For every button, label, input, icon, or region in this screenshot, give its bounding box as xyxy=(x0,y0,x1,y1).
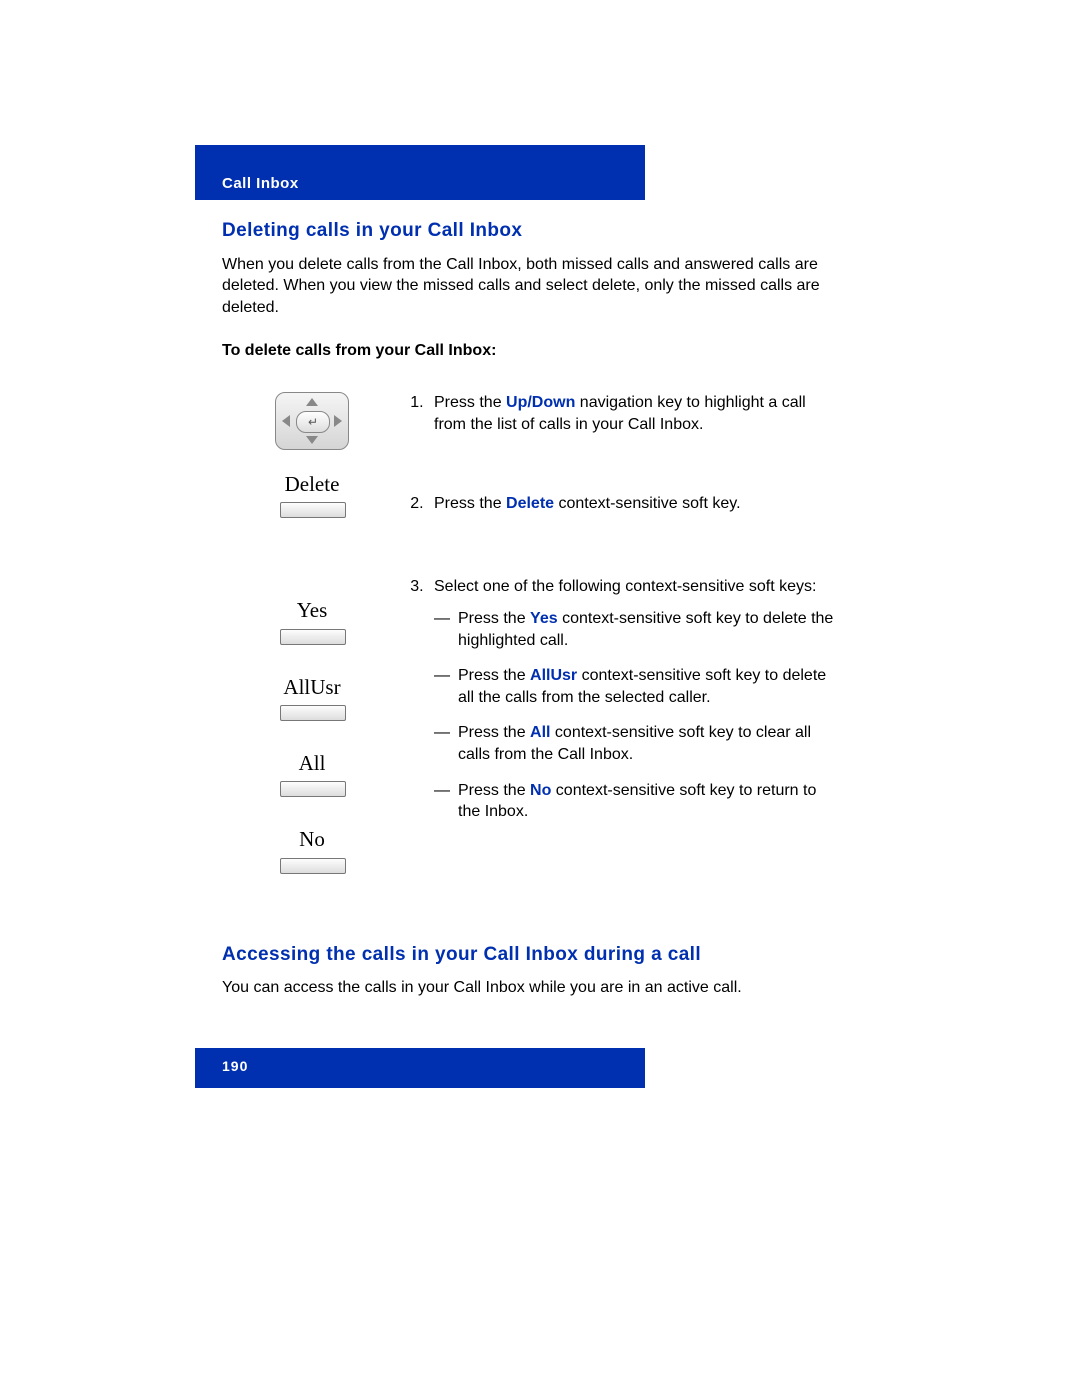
delete-key-label: Delete xyxy=(506,495,554,512)
section2: Accessing the calls in your Call Inbox d… xyxy=(222,942,842,999)
section2-body: You can access the calls in your Call In… xyxy=(222,977,842,999)
step1-text: Press the Up/Down navigation key to high… xyxy=(428,392,842,435)
step3-all: Press the All context-sensitive soft key… xyxy=(458,722,842,765)
nav-pad-icon: ↵ xyxy=(275,392,349,450)
step1-row: ↵ Delete Press the Up/Down navigation ke… xyxy=(222,392,842,546)
step3-text: Select one of the following context-sens… xyxy=(428,576,842,822)
step3-allusr: Press the AllUsr context-sensitive soft … xyxy=(458,665,842,708)
allusr-softkey: AllUsr xyxy=(280,673,344,721)
header-bar: Call Inbox xyxy=(195,145,645,200)
section1-intro: When you delete calls from the Call Inbo… xyxy=(222,254,842,319)
section2-title: Accessing the calls in your Call Inbox d… xyxy=(222,942,842,968)
section1-subhead: To delete calls from your Call Inbox: xyxy=(222,340,842,362)
yes-softkey: Yes xyxy=(280,596,344,644)
no-softkey: No xyxy=(280,825,344,873)
content-area: Deleting calls in your Call Inbox When y… xyxy=(222,218,842,1011)
nav-pad-center-icon: ↵ xyxy=(296,411,330,433)
page-number: 190 xyxy=(222,1058,248,1074)
step3-no: Press the No context-sensitive soft key … xyxy=(458,780,842,823)
step2-text: Press the Delete context-sensitive soft … xyxy=(428,493,842,515)
updown-key-label: Up/Down xyxy=(506,394,575,411)
footer-bar: 190 xyxy=(195,1048,645,1088)
step3-yes: Press the Yes context-sensitive soft key… xyxy=(458,608,842,651)
section1-title: Deleting calls in your Call Inbox xyxy=(222,218,842,244)
all-softkey: All xyxy=(280,749,344,797)
delete-softkey-label: Delete xyxy=(280,470,344,498)
delete-softkey: Delete xyxy=(280,470,344,518)
step3-row: Yes AllUsr All No xyxy=(222,576,842,901)
softkey-button-icon xyxy=(280,502,346,518)
header-section-label: Call Inbox xyxy=(222,175,299,192)
page: Call Inbox Deleting calls in your Call I… xyxy=(0,0,1080,1397)
